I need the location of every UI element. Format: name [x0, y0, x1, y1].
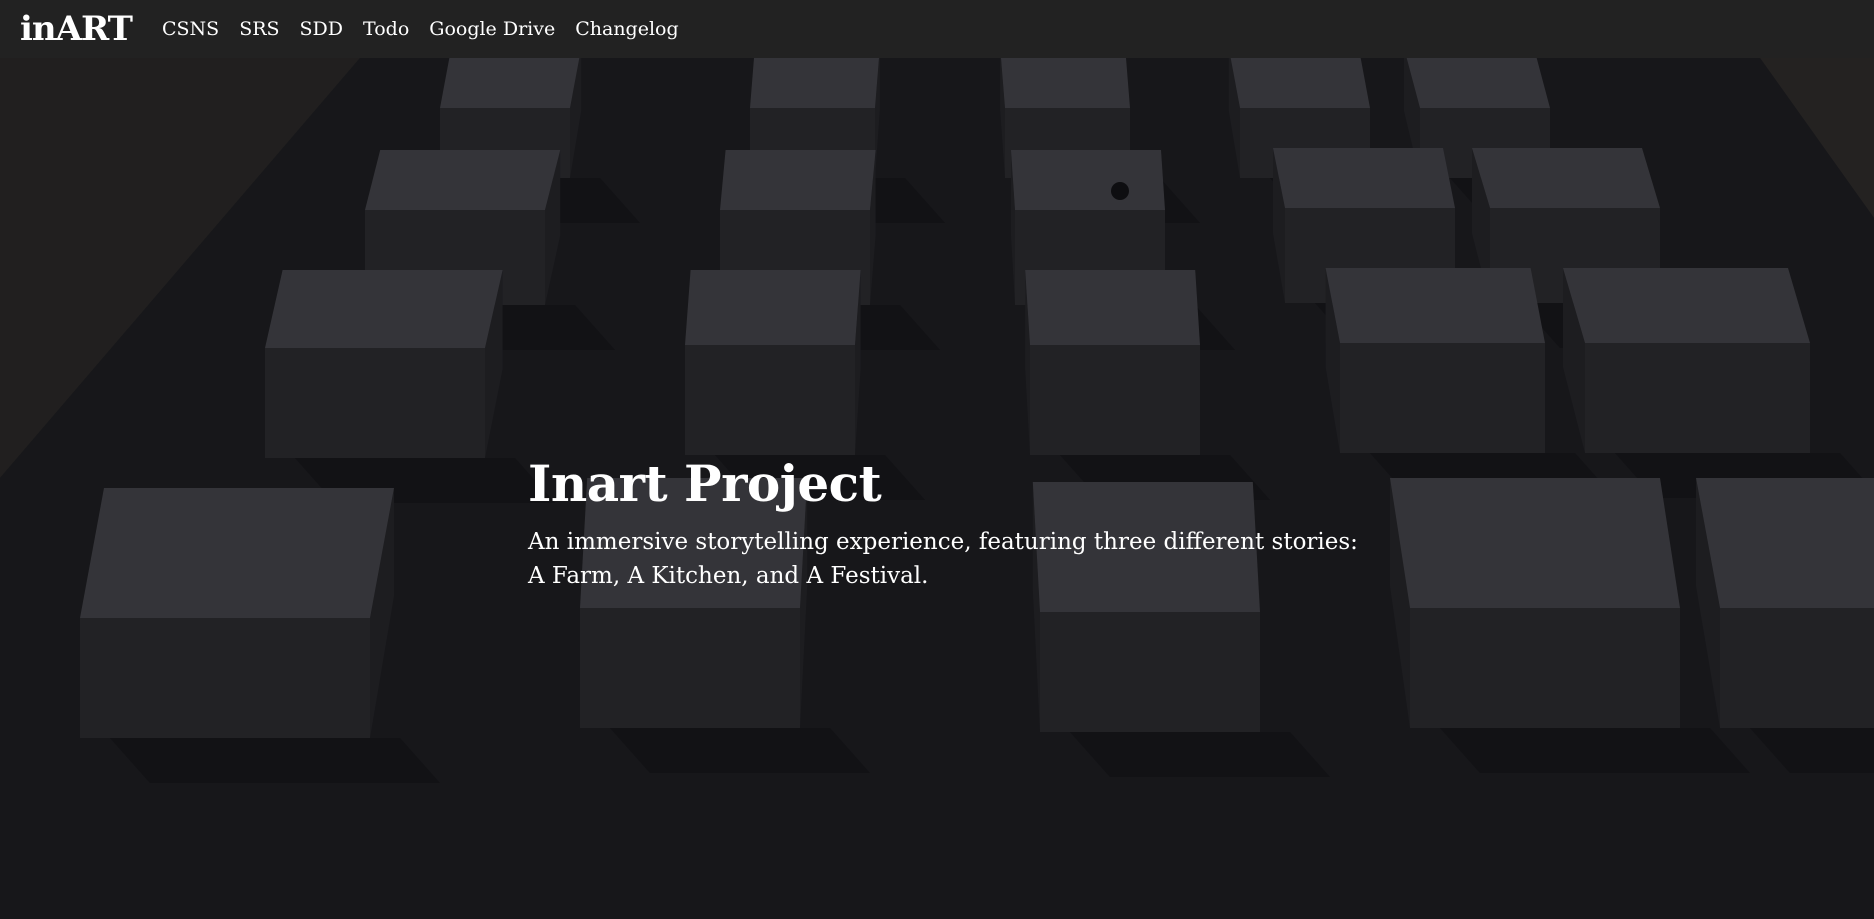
- hero-content: Inart Project An immersive storytelling …: [528, 456, 1358, 593]
- nav-link-srs[interactable]: SRS: [229, 0, 289, 58]
- hero-section: Inart Project An immersive storytelling …: [0, 58, 1874, 919]
- hero-subtitle: An immersive storytelling experience, fe…: [528, 525, 1358, 593]
- nav-link-google-drive[interactable]: Google Drive: [419, 0, 565, 58]
- nav-links: CSNS SRS SDD Todo Google Drive Changelog: [152, 0, 689, 58]
- nav-link-todo[interactable]: Todo: [353, 0, 419, 58]
- nav-link-csns[interactable]: CSNS: [152, 0, 229, 58]
- nav-link-changelog[interactable]: Changelog: [565, 0, 688, 58]
- top-navbar: inART CSNS SRS SDD Todo Google Drive Cha…: [0, 0, 1874, 58]
- hero-title: Inart Project: [528, 454, 882, 513]
- hero-subtitle-line-2: A Farm, A Kitchen, and A Festival.: [528, 563, 929, 589]
- brand-logo-link[interactable]: inART: [20, 0, 133, 58]
- hero-subtitle-line-1: An immersive storytelling experience, fe…: [528, 529, 1358, 555]
- nav-link-sdd[interactable]: SDD: [290, 0, 353, 58]
